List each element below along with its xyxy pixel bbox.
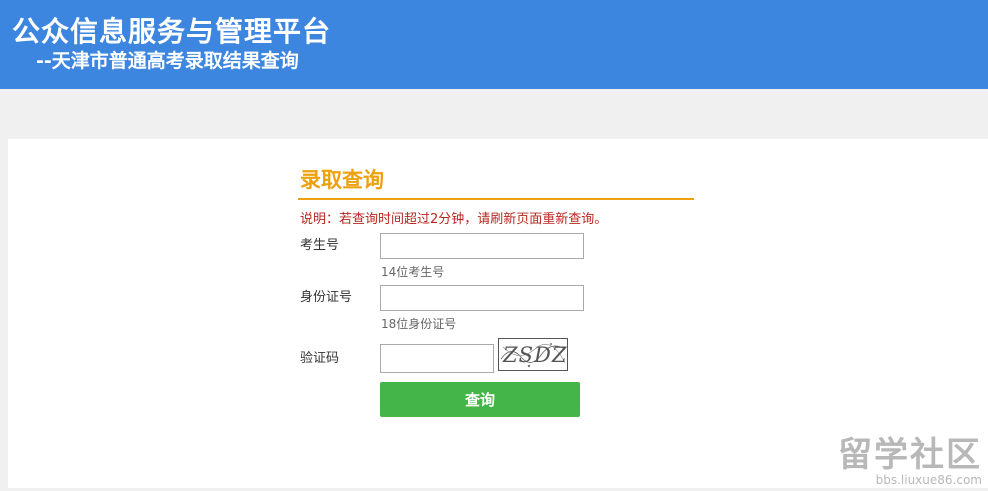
id-number-hint: 18位身份证号 bbox=[381, 317, 457, 331]
watermark: 留学社区 bbs.liuxue86.com bbox=[838, 437, 982, 487]
page-title: 公众信息服务与管理平台 bbox=[12, 15, 332, 48]
captcha-image[interactable]: ZSDZ bbox=[498, 338, 568, 371]
candidate-number-hint: 14位考生号 bbox=[381, 265, 445, 279]
notice-text: 说明：若查询时间超过2分钟，请刷新页面重新查询。 bbox=[300, 212, 608, 227]
form-title: 录取查询 bbox=[300, 168, 384, 192]
page-subtitle: --天津市普通高考录取结果查询 bbox=[36, 50, 299, 72]
candidate-number-input[interactable] bbox=[380, 233, 584, 259]
id-number-label: 身份证号 bbox=[300, 290, 353, 305]
query-button[interactable]: 查询 bbox=[380, 382, 580, 417]
candidate-number-label: 考生号 bbox=[300, 238, 340, 253]
header: 公众信息服务与管理平台 --天津市普通高考录取结果查询 bbox=[0, 0, 988, 89]
captcha-input[interactable] bbox=[380, 344, 494, 373]
id-number-input[interactable] bbox=[380, 285, 584, 311]
watermark-url: bbs.liuxue86.com bbox=[875, 473, 982, 487]
title-divider bbox=[298, 198, 694, 200]
captcha-text: ZSDZ bbox=[503, 343, 568, 367]
captcha-label: 验证码 bbox=[300, 351, 340, 366]
watermark-logo: 留学社区 bbox=[838, 435, 982, 475]
